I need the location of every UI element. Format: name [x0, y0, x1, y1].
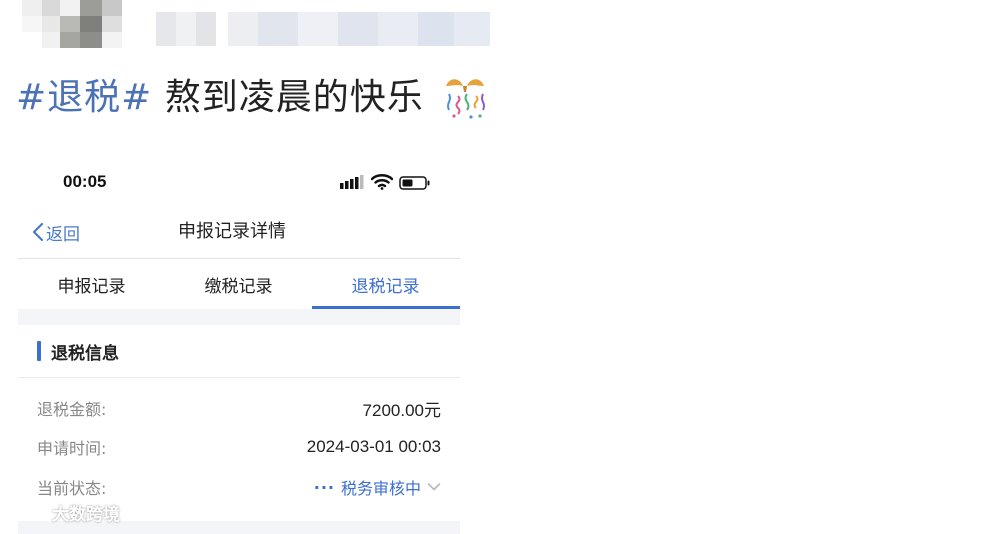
page-title: 申报记录详情 — [178, 221, 286, 242]
section-accent-bar — [37, 341, 41, 361]
tab-tax-payment-records[interactable]: 缴税记录 — [165, 259, 312, 309]
section-header: 退税信息 — [18, 325, 460, 377]
record-tabs: 申报记录 缴税记录 退税记录 — [18, 259, 460, 309]
tab-tax-refund-records[interactable]: 退税记录 — [312, 259, 460, 309]
chevron-down-icon — [427, 483, 441, 491]
back-label: 返回 — [46, 224, 80, 245]
post-title: #退税# 熬到凌晨的快乐 — [16, 72, 424, 124]
signal-icon — [340, 175, 364, 189]
hashtag-link[interactable]: #退税# — [16, 77, 152, 118]
battery-icon — [399, 176, 430, 190]
party-popper-icon — [446, 79, 485, 119]
wifi-icon — [371, 174, 393, 190]
current-status-row: 当前状态: ··· 税务审核中 — [37, 472, 441, 502]
refund-amount-label: 退税金额: — [37, 400, 107, 419]
blurred-username — [156, 12, 216, 46]
status-dropdown[interactable]: ··· 税务审核中 — [314, 475, 441, 499]
chevron-left-icon — [32, 222, 44, 242]
watermark-text: 大数跨境 — [52, 505, 120, 525]
status-time: 00:05 — [63, 172, 107, 191]
blurred-meta — [228, 12, 490, 46]
section-divider — [18, 377, 460, 378]
status-value: 税务审核中 — [340, 479, 421, 498]
phone-screenshot: 00:05 返回 申报记录详情 申报记录 缴税记录 退税记录 退税信息 退税金额… — [18, 155, 460, 534]
section-spacer — [18, 309, 460, 325]
watermark: 大数跨境 — [8, 500, 120, 525]
post-text: 熬到凌晨的快乐 — [152, 77, 424, 118]
back-button[interactable]: 返回 — [32, 219, 80, 245]
application-time-row: 申请时间: 2024-03-01 00:03 — [37, 432, 441, 462]
section-title: 退税信息 — [51, 343, 119, 364]
avatar[interactable] — [22, 0, 122, 48]
watermark-logo-icon — [8, 504, 46, 521]
refund-amount-value: 7200.00元 — [362, 400, 441, 420]
more-dots-icon: ··· — [313, 477, 335, 497]
current-status-label: 当前状态: — [37, 479, 107, 498]
tab-declaration-records[interactable]: 申报记录 — [18, 259, 165, 309]
application-time-label: 申请时间: — [37, 439, 107, 458]
application-time-value: 2024-03-01 00:03 — [306, 437, 441, 456]
refund-amount-row: 退税金额: 7200.00元 — [37, 393, 441, 423]
